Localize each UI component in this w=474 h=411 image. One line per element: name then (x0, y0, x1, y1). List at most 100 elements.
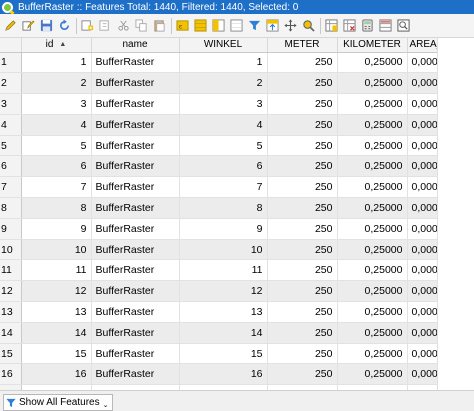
cell-area-meter[interactable]: 0,00000 (407, 363, 437, 386)
cell-kilometer[interactable]: 0,25000 (337, 155, 408, 178)
cell-kilometer[interactable]: 0,25000 (337, 322, 408, 344)
table-row[interactable]: 1111BufferRaster112500,250000,00000 (0, 259, 437, 282)
cell-meter[interactable]: 250 (267, 93, 338, 115)
dock-icon[interactable] (397, 19, 410, 33)
reload-icon[interactable] (58, 19, 71, 33)
cell-meter[interactable]: 250 (267, 197, 338, 219)
cell-kilometer[interactable]: 0,25000 (337, 280, 408, 303)
row-number[interactable]: 12 (0, 280, 22, 303)
cell-meter[interactable]: 250 (267, 259, 338, 282)
zoom-to-selection-icon[interactable] (302, 19, 315, 33)
cell-winkel[interactable]: 8 (179, 197, 268, 219)
cell-winkel[interactable]: 1 (179, 52, 268, 74)
cell-id[interactable]: 3 (21, 93, 92, 115)
cell-meter[interactable]: 250 (267, 280, 338, 303)
cell-name[interactable]: BufferRaster (91, 280, 180, 303)
row-number[interactable]: 11 (0, 259, 22, 282)
cell-name[interactable]: BufferRaster (91, 343, 180, 365)
column-header-name[interactable]: name (91, 38, 180, 53)
cell-meter[interactable]: 250 (267, 322, 338, 344)
cell-kilometer[interactable]: 0,25000 (337, 114, 408, 136)
cell-name[interactable]: BufferRaster (91, 155, 180, 178)
cell-meter[interactable]: 250 (267, 363, 338, 386)
cell-id[interactable]: 1 (21, 52, 92, 74)
cell-name[interactable]: BufferRaster (91, 218, 180, 240)
move-to-top-icon[interactable] (266, 19, 279, 33)
cell-winkel[interactable]: 5 (179, 135, 268, 157)
table-row[interactable]: 99BufferRaster92500,250000,00000 (0, 218, 437, 240)
cell-winkel[interactable]: 16 (179, 363, 268, 386)
cell-name[interactable]: BufferRaster (91, 197, 180, 219)
cell-id[interactable]: 5 (21, 135, 92, 157)
corner-cell[interactable] (0, 38, 22, 53)
cell-area-meter[interactable]: 0,00000 (407, 197, 437, 219)
cell-name[interactable]: BufferRaster (91, 93, 180, 115)
cell-kilometer[interactable]: 0,25000 (337, 135, 408, 157)
table-row[interactable]: 22BufferRaster22500,250000,00000 (0, 72, 437, 95)
cell-kilometer[interactable]: 0,25000 (337, 363, 408, 386)
cell-meter[interactable]: 250 (267, 114, 338, 136)
pan-to-selection-icon[interactable] (284, 19, 297, 33)
cell-winkel[interactable]: 4 (179, 114, 268, 136)
filter-select-icon[interactable] (248, 19, 261, 33)
invert-selection-icon[interactable] (212, 19, 225, 33)
cell-area-meter[interactable]: 0,00000 (407, 343, 437, 365)
row-number[interactable]: 4 (0, 114, 22, 136)
cell-meter[interactable]: 250 (267, 135, 338, 157)
cell-winkel[interactable]: 2 (179, 72, 268, 95)
cell-id[interactable]: 10 (21, 239, 92, 261)
table-row[interactable]: 1010BufferRaster102500,250000,00000 (0, 239, 437, 261)
cell-kilometer[interactable]: 0,25000 (337, 343, 408, 365)
deselect-icon[interactable] (230, 19, 243, 33)
cell-winkel[interactable]: 3 (179, 93, 268, 115)
cell-id[interactable]: 11 (21, 259, 92, 282)
cell-winkel[interactable]: 9 (179, 218, 268, 240)
cell-kilometer[interactable]: 0,25000 (337, 259, 408, 282)
cell-winkel[interactable]: 12 (179, 280, 268, 303)
cell-name[interactable]: BufferRaster (91, 259, 180, 282)
cell-id[interactable]: 4 (21, 114, 92, 136)
table-row[interactable]: 77BufferRaster72500,250000,00000 (0, 176, 437, 199)
cell-winkel[interactable]: 15 (179, 343, 268, 365)
cell-meter[interactable]: 250 (267, 343, 338, 365)
row-number[interactable]: 16 (0, 363, 22, 386)
cell-meter[interactable]: 250 (267, 218, 338, 240)
cell-area-meter[interactable]: 0,00000 (407, 155, 437, 178)
cell-meter[interactable]: 250 (267, 239, 338, 261)
cell-meter[interactable]: 250 (267, 155, 338, 178)
cell-name[interactable]: BufferRaster (91, 322, 180, 344)
field-calculator-icon[interactable] (361, 19, 374, 33)
cell-area-meter[interactable]: 0,00000 (407, 114, 437, 136)
table-row[interactable]: 11BufferRaster12500,250000,00000 (0, 52, 437, 74)
save-icon[interactable] (40, 19, 53, 33)
add-feature-icon[interactable] (81, 19, 94, 33)
row-number[interactable]: 1 (0, 52, 22, 74)
paste-icon[interactable] (153, 19, 166, 33)
column-header-area-meter[interactable]: AREA_METER (407, 38, 437, 53)
cell-area-meter[interactable]: 0,00000 (407, 218, 437, 240)
cell-name[interactable]: BufferRaster (91, 301, 180, 323)
cell-kilometer[interactable]: 0,25000 (337, 72, 408, 95)
cell-id[interactable]: 6 (21, 155, 92, 178)
row-number[interactable]: 9 (0, 218, 22, 240)
column-header-id[interactable]: id ▲ (21, 38, 92, 53)
table-row[interactable]: 88BufferRaster82500,250000,00000 (0, 197, 437, 219)
row-number[interactable]: 7 (0, 176, 22, 199)
row-number[interactable]: 14 (0, 322, 22, 344)
cell-id[interactable]: 13 (21, 301, 92, 323)
vertical-scrollbar[interactable] (437, 38, 474, 390)
cell-id[interactable]: 15 (21, 343, 92, 365)
cell-name[interactable]: BufferRaster (91, 72, 180, 95)
delete-feature-icon[interactable] (99, 19, 112, 33)
cell-area-meter[interactable]: 0,00000 (407, 52, 437, 74)
row-number[interactable]: 8 (0, 197, 22, 219)
row-number[interactable]: 10 (0, 239, 22, 261)
table-row[interactable]: 55BufferRaster52500,250000,00000 (0, 135, 437, 157)
multi-edit-icon[interactable] (22, 19, 35, 33)
conditional-format-icon[interactable] (379, 19, 392, 33)
cell-winkel[interactable]: 7 (179, 176, 268, 199)
cell-area-meter[interactable]: 0,00000 (407, 135, 437, 157)
cell-area-meter[interactable]: 0,00000 (407, 301, 437, 323)
cell-area-meter[interactable]: 0,00000 (407, 259, 437, 282)
table-row[interactable]: 1313BufferRaster132500,250000,00000 (0, 301, 437, 323)
